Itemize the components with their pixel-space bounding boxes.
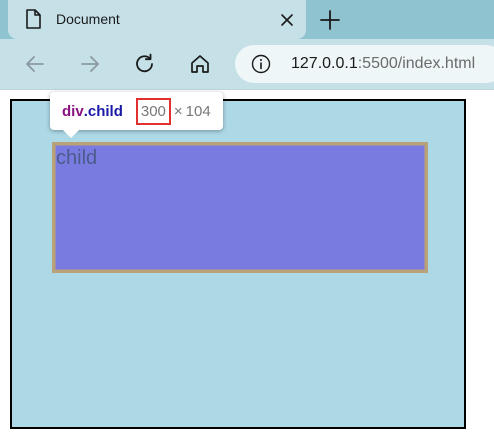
tab-strip: Document bbox=[0, 0, 494, 39]
tooltip-width-highlight: 300 bbox=[135, 97, 171, 125]
reload-icon[interactable] bbox=[132, 51, 158, 77]
page-viewport: child bbox=[0, 90, 494, 444]
plus-icon[interactable] bbox=[319, 9, 341, 31]
tooltip-tag: div bbox=[62, 102, 84, 120]
tooltip-height: 104 bbox=[185, 102, 211, 120]
info-icon[interactable] bbox=[251, 54, 271, 74]
tooltip-times: × bbox=[173, 102, 183, 120]
url-text: 127.0.0.1:5500/index.html bbox=[291, 55, 475, 73]
child-text: child bbox=[56, 147, 98, 169]
tooltip-dimensions: 300 × 104 bbox=[135, 97, 211, 125]
tab-title: Document bbox=[56, 11, 120, 27]
address-bar[interactable]: 127.0.0.1:5500/index.html bbox=[235, 45, 494, 83]
parent-box: child bbox=[10, 99, 466, 429]
document-icon bbox=[26, 9, 41, 29]
inspect-tooltip: div .child 300 × 104 bbox=[50, 92, 223, 138]
child-box[interactable]: child bbox=[52, 142, 428, 273]
tooltip-class: .child bbox=[83, 102, 123, 120]
url-host: 127.0.0.1 bbox=[291, 55, 358, 72]
browser-toolbar: 127.0.0.1:5500/index.html bbox=[0, 39, 494, 89]
close-icon[interactable] bbox=[278, 11, 296, 29]
tab-document[interactable]: Document bbox=[8, 0, 306, 39]
url-path: :5500/index.html bbox=[357, 55, 476, 72]
home-icon[interactable] bbox=[187, 51, 213, 77]
arrow-left-icon[interactable] bbox=[22, 51, 48, 77]
arrow-right-icon[interactable] bbox=[77, 51, 103, 77]
